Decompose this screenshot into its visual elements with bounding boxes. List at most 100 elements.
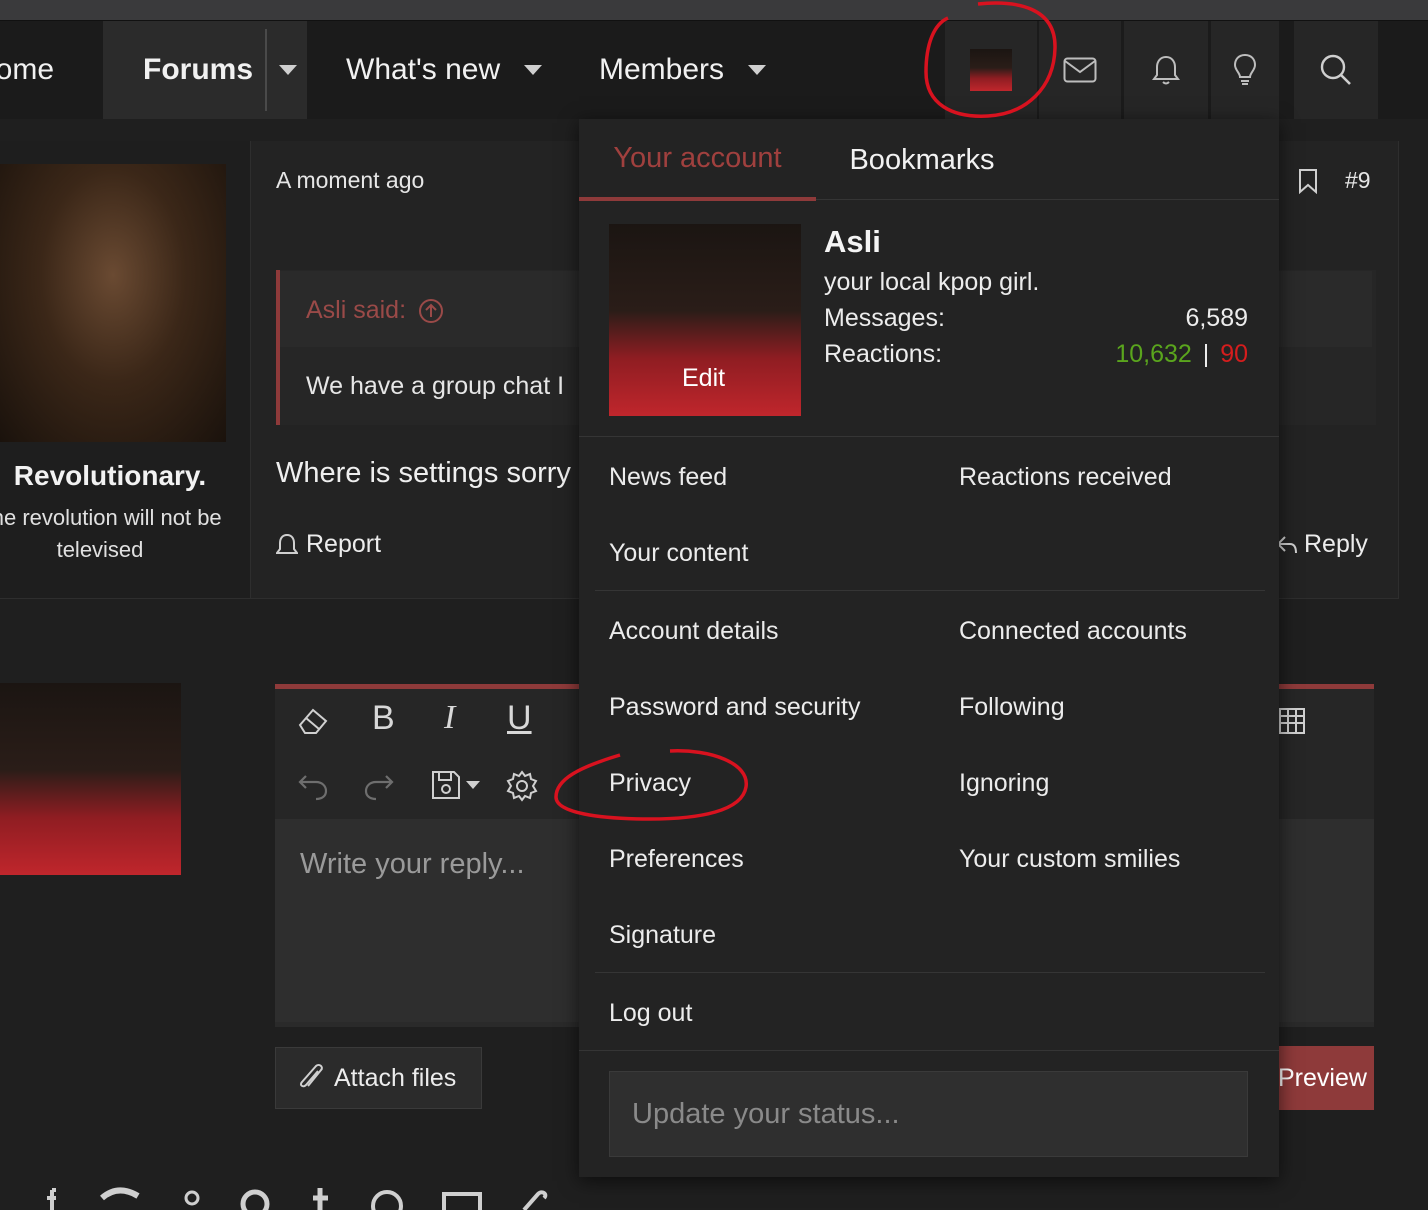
envelope-icon (1063, 57, 1097, 83)
report-label: Report (306, 530, 382, 558)
preview-button[interactable]: Preview (1270, 1046, 1374, 1110)
reply-icon (1276, 535, 1297, 553)
status-placeholder: Update your status... (632, 1097, 900, 1130)
reactions-separator: | (1202, 340, 1210, 368)
twitter-icon[interactable] (100, 1186, 140, 1210)
nav-whats-new[interactable]: What's new (346, 21, 543, 119)
reactions-label: Reactions: (824, 340, 943, 368)
author-tagline: The revolution will not be televised (0, 502, 230, 566)
reddit-icon[interactable] (178, 1186, 202, 1210)
post-number[interactable]: #9 (1345, 167, 1371, 194)
menu-link-connected-accounts[interactable]: Connected accounts (959, 617, 1187, 646)
nav-forums-label: Forums (143, 53, 254, 86)
menu-divider (595, 972, 1265, 973)
post-body: Where is settings sorry (276, 457, 571, 489)
menu-link-following[interactable]: Following (959, 693, 1065, 722)
menu-link-signature[interactable]: Signature (609, 921, 716, 950)
menu-divider (595, 590, 1265, 591)
floppy-disk-icon (432, 771, 460, 799)
edit-avatar-link[interactable]: Edit (682, 364, 725, 393)
bookmark-icon[interactable] (1297, 168, 1319, 194)
bold-icon[interactable]: B (372, 699, 395, 738)
nav-members[interactable]: Members (599, 21, 767, 119)
eraser-icon[interactable] (296, 706, 330, 736)
user-title: your local kpop girl. (824, 268, 1040, 296)
status-input[interactable]: Update your status... (609, 1071, 1248, 1157)
menu-link-preferences[interactable]: Preferences (609, 845, 744, 874)
menu-divider (579, 436, 1279, 437)
link-icon[interactable] (520, 1186, 550, 1210)
menu-link-custom-smilies[interactable]: Your custom smilies (959, 845, 1180, 874)
nav-members-label: Members (599, 53, 725, 86)
post-timestamp[interactable]: A moment ago (276, 167, 424, 194)
menu-link-reactions-received[interactable]: Reactions received (959, 463, 1172, 492)
messages-value: 6,589 (1185, 304, 1248, 332)
redo-icon[interactable] (362, 768, 396, 802)
ideas-button[interactable] (1211, 21, 1279, 119)
author-title: Revolutionary. (13, 460, 207, 491)
author-tagline-line: The revolution will not be (0, 505, 222, 530)
tab-divider (816, 199, 1279, 200)
quote-text: We have a group chat I (306, 372, 565, 400)
bell-icon (1152, 55, 1180, 85)
annotation-circle-account (924, 1, 1057, 118)
search-icon (1320, 54, 1351, 85)
chevron-down-icon[interactable] (524, 65, 543, 75)
reactions-values: 10,632 | 90 (1115, 340, 1248, 369)
tab-your-account[interactable]: Your account (579, 119, 816, 201)
author-tagline-line: televised (56, 537, 144, 562)
messages-label: Messages: (824, 304, 945, 332)
nav-divider (265, 29, 268, 111)
nav-home-label: Home (0, 53, 55, 86)
chevron-down-icon (466, 781, 480, 789)
reply-link[interactable]: Reply (1276, 530, 1368, 559)
facebook-icon[interactable] (38, 1186, 62, 1210)
gear-icon[interactable] (506, 770, 538, 802)
reply-avatar[interactable] (0, 683, 181, 875)
menu-link-account-details[interactable]: Account details (609, 617, 779, 646)
quote-author[interactable]: Asli said: (306, 296, 444, 325)
chevron-down-icon[interactable] (748, 65, 767, 75)
lightbulb-icon (1233, 53, 1257, 85)
messages-stat: Messages: 6,589 (824, 304, 1248, 333)
tab-bookmarks[interactable]: Bookmarks (816, 119, 1028, 201)
reply-placeholder: Write your reply... (300, 848, 525, 880)
email-icon[interactable] (442, 1186, 482, 1210)
chevron-down-icon[interactable] (279, 65, 298, 75)
menu-link-password-security[interactable]: Password and security (609, 693, 861, 722)
search-button[interactable] (1294, 21, 1378, 119)
menu-link-ignoring[interactable]: Ignoring (959, 769, 1049, 798)
annotation-circle-privacy (554, 749, 748, 821)
menu-divider (579, 1050, 1279, 1051)
author-avatar[interactable] (0, 164, 226, 442)
arrow-up-circle-icon[interactable] (418, 298, 444, 324)
menu-link-log-out[interactable]: Log out (609, 999, 692, 1028)
nav-home[interactable]: Home (0, 21, 102, 119)
tab-bookmarks-label: Bookmarks (849, 143, 995, 176)
reactions-stat: Reactions: 10,632 | 90 (824, 340, 1248, 369)
tumblr-icon[interactable] (308, 1186, 332, 1210)
whatsapp-icon[interactable] (370, 1186, 404, 1210)
username[interactable]: Asli (824, 224, 881, 260)
menu-link-your-content[interactable]: Your content (609, 539, 748, 568)
reactions-negative: 90 (1220, 340, 1248, 368)
attach-files-button[interactable]: Attach files (275, 1047, 482, 1109)
pinterest-icon[interactable] (240, 1186, 270, 1210)
paperclip-icon (299, 1063, 323, 1088)
reactions-positive: 10,632 (1115, 340, 1192, 368)
alerts-button[interactable] (1124, 21, 1208, 119)
nav-forums[interactable]: Forums (103, 21, 307, 119)
bell-icon (276, 533, 298, 554)
undo-icon[interactable] (296, 768, 330, 802)
italic-icon[interactable]: I (444, 699, 455, 737)
report-link[interactable]: Report (276, 530, 381, 559)
underline-icon[interactable]: U (507, 699, 532, 738)
save-draft-button[interactable] (430, 769, 480, 801)
browser-strip (0, 0, 1428, 21)
table-icon[interactable] (1278, 707, 1306, 735)
reply-label: Reply (1304, 530, 1368, 558)
nav-whats-new-label: What's new (346, 53, 501, 86)
quote-author-label: Asli said: (306, 296, 407, 324)
menu-link-news-feed[interactable]: News feed (609, 463, 727, 492)
tab-your-account-label: Your account (613, 141, 782, 174)
